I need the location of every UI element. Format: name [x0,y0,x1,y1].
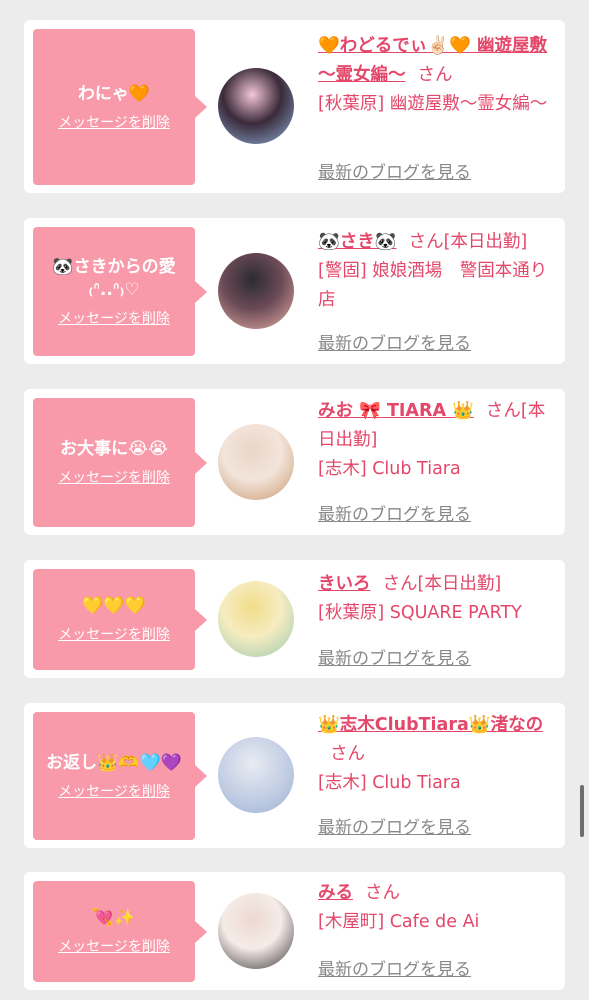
honorific: さん [485,401,521,421]
cast-info: きいろ さん[本日出勤] [秋葉原] SQUARE PARTY [318,570,558,628]
avatar[interactable] [218,893,294,969]
honorific: さん [408,232,444,252]
message-card: 💘✨ メッセージを削除 みる さん [木屋町] Cafe de Ai 最新のブログを見る [24,872,565,990]
message-card: お大事に😭😭 メッセージを削除 みお 🎀 TIARA 👑 さん[本日出勤] [志木] C… [24,389,565,535]
avatar[interactable] [218,737,294,813]
message-text: 💛💛💛 [82,596,146,616]
scrollbar-thumb[interactable] [580,785,584,837]
delete-message-link[interactable]: メッセージを削除 [58,112,170,132]
cast-name-link[interactable]: みる [318,883,353,903]
avatar[interactable] [218,253,294,329]
message-card: お返し👑🫶🩵💜 メッセージを削除 👑志木ClubTiara👑渚なのさん [志木] Cl… [24,703,565,848]
cast-info: 🧡わどるでぃ✌🏻🧡 幽遊屋敷 〜霊女編〜 さん [秋葉原] 幽遊屋敷〜霊女編〜 [318,32,558,119]
delete-message-link[interactable]: メッセージを削除 [58,624,170,644]
message-text: 💘✨ [92,908,136,928]
message-text: わにゃ🧡 [77,83,151,104]
honorific: さん [330,744,365,764]
message-bubble: 🐼さきからの愛 ₍ᐢ..ᐢ₎♡ メッセージを削除 [33,227,207,356]
message-bubble: 💘✨ メッセージを削除 [33,881,207,982]
cast-name-link[interactable]: 🐼さき🐼 [318,232,397,252]
latest-blog-link[interactable]: 最新のブログを見る [318,955,471,980]
message-text: お返し👑🫶🩵💜 [46,752,182,773]
cast-info: みる さん [木屋町] Cafe de Ai [318,879,558,937]
message-bubble: わにゃ🧡 メッセージを削除 [33,29,207,185]
shop-label: [志木] Club Tiara [318,773,461,793]
message-text: 🐼さきからの愛 ₍ᐢ..ᐢ₎♡ [52,256,176,300]
cast-info: みお 🎀 TIARA 👑 さん[本日出勤] [志木] Club Tiara [318,397,558,484]
shop-label: [警固] 娘娘酒場 警固本通り店 [318,261,548,310]
cast-name-link[interactable]: みお 🎀 TIARA 👑 [318,401,474,421]
shop-label: [秋葉原] SQUARE PARTY [318,603,522,623]
honorific: さん [382,574,418,594]
message-bubble: お大事に😭😭 メッセージを削除 [33,398,207,527]
delete-message-link[interactable]: メッセージを削除 [58,308,170,328]
avatar[interactable] [218,424,294,500]
delete-message-link[interactable]: メッセージを削除 [58,467,170,487]
message-card: 💛💛💛 メッセージを削除 きいろ さん[本日出勤] [秋葉原] SQUARE PARTY… [24,560,565,678]
cast-name-link[interactable]: きいろ [318,574,371,594]
avatar[interactable] [218,68,294,144]
shop-label: [志木] Club Tiara [318,459,461,479]
delete-message-link[interactable]: メッセージを削除 [58,936,170,956]
latest-blog-link[interactable]: 最新のブログを見る [318,500,471,525]
avatar[interactable] [218,581,294,657]
latest-blog-link[interactable]: 最新のブログを見る [318,158,471,183]
latest-blog-link[interactable]: 最新のブログを見る [318,813,471,838]
shop-label: [秋葉原] 幽遊屋敷〜霊女編〜 [318,94,548,114]
latest-blog-link[interactable]: 最新のブログを見る [318,329,471,354]
message-bubble: 💛💛💛 メッセージを削除 [33,569,207,670]
message-card: 🐼さきからの愛 ₍ᐢ..ᐢ₎♡ メッセージを削除 🐼さき🐼 さん[本日出勤] [警固] … [24,218,565,364]
message-card: わにゃ🧡 メッセージを削除 🧡わどるでぃ✌🏻🧡 幽遊屋敷 〜霊女編〜 さん [秋葉原] … [24,20,565,193]
cast-info: 🐼さき🐼 さん[本日出勤] [警固] 娘娘酒場 警固本通り店 [318,228,558,315]
message-list: わにゃ🧡 メッセージを削除 🧡わどるでぃ✌🏻🧡 幽遊屋敷 〜霊女編〜 さん [秋葉原] … [0,0,589,1000]
delete-message-link[interactable]: メッセージを削除 [58,781,170,801]
message-bubble: お返し👑🫶🩵💜 メッセージを削除 [33,712,207,840]
shop-label: [木屋町] Cafe de Ai [318,912,480,932]
latest-blog-link[interactable]: 最新のブログを見る [318,644,471,669]
honorific: さん [365,883,400,903]
today-badge: [本日出勤] [417,574,502,594]
cast-name-link[interactable]: 👑志木ClubTiara👑渚なの [318,715,543,735]
cast-info: 👑志木ClubTiara👑渚なのさん [志木] Club Tiara [318,711,558,798]
message-text: お大事に😭😭 [60,439,168,459]
today-badge: [本日出勤] [443,232,528,252]
honorific: さん [417,65,453,85]
